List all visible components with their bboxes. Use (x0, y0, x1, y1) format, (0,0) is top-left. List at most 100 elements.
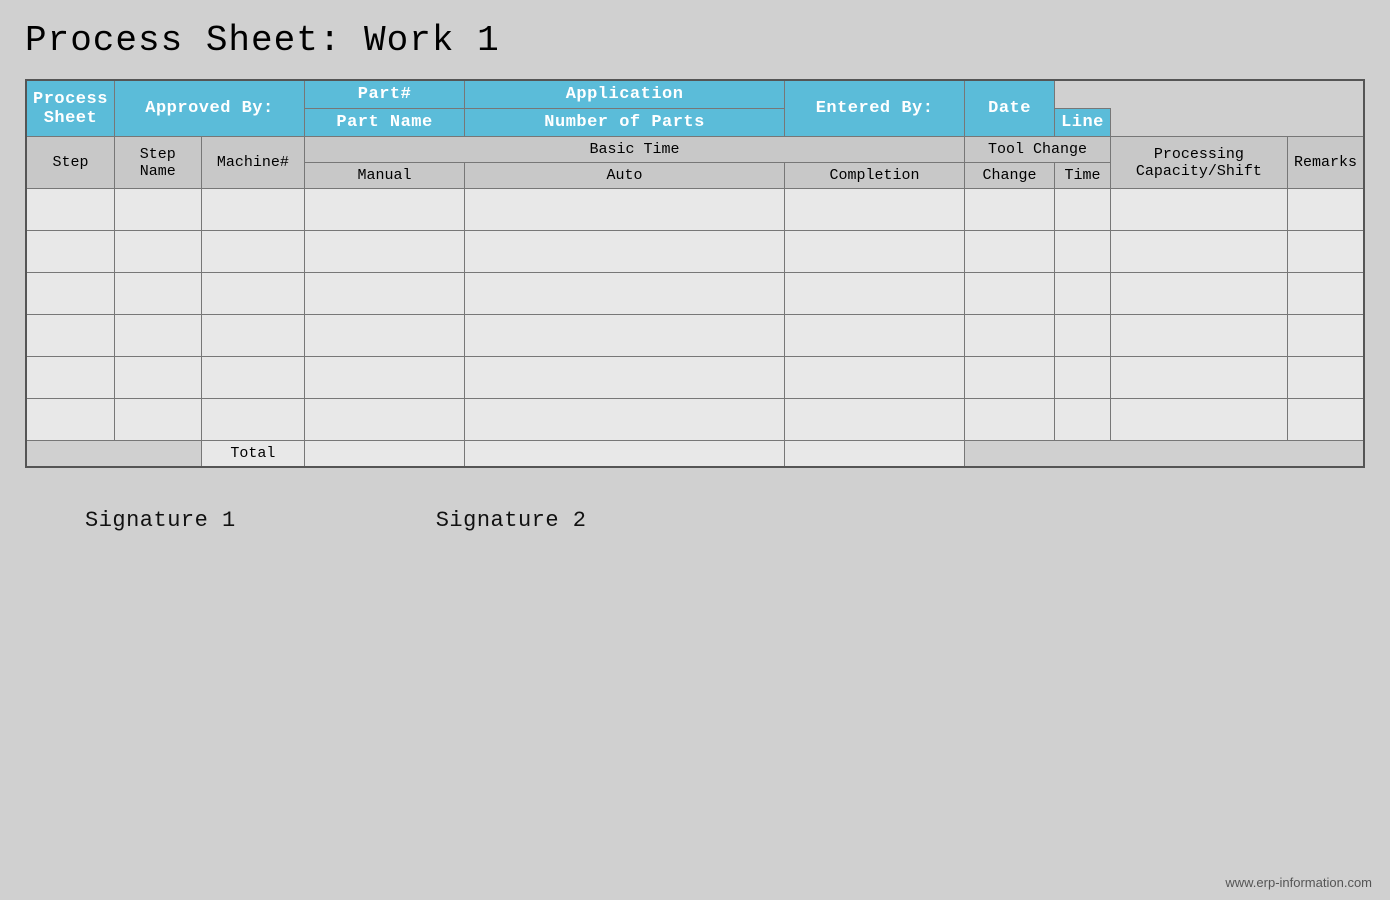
change-cell (965, 399, 1055, 441)
processing-cell (1110, 315, 1287, 357)
auto-cell (465, 399, 785, 441)
auto-cell (465, 315, 785, 357)
time-cell (1055, 231, 1111, 273)
processing-cell (1110, 399, 1287, 441)
manual-cell (305, 273, 465, 315)
approved-by-header: Approved By: (114, 80, 304, 137)
signature-2: Signature 2 (436, 508, 587, 533)
processing-cell (1110, 357, 1287, 399)
change-cell (965, 315, 1055, 357)
change-cell (965, 273, 1055, 315)
machine-cell (201, 357, 304, 399)
entered-by-header: Entered By: (785, 80, 965, 137)
tool-change-col-header: Tool Change (965, 137, 1111, 163)
remarks-col-header: Remarks (1287, 137, 1364, 189)
step-name-cell (114, 189, 201, 231)
time-cell (1055, 399, 1111, 441)
machine-cell (201, 231, 304, 273)
col-header-row-1: Step Step Name Machine# Basic Time Tool … (26, 137, 1364, 163)
manual-cell (305, 231, 465, 273)
step-cell (26, 273, 114, 315)
part-hash-header: Part# (305, 80, 465, 109)
time-col-header: Time (1055, 163, 1111, 189)
part-name-header: Part Name (305, 109, 465, 137)
completion-cell (785, 357, 965, 399)
step-name-col-header: Step Name (114, 137, 201, 189)
total-row: Total (26, 441, 1364, 468)
auto-cell (465, 357, 785, 399)
manual-cell (305, 357, 465, 399)
time-cell (1055, 315, 1111, 357)
header-row-1: Process Sheet Approved By: Part# Applica… (26, 80, 1364, 109)
remarks-cell (1287, 273, 1364, 315)
manual-cell (305, 189, 465, 231)
processing-cell (1110, 231, 1287, 273)
table-row (26, 231, 1364, 273)
processing-cell (1110, 273, 1287, 315)
step-name-cell (114, 399, 201, 441)
total-auto-cell (465, 441, 785, 468)
signatures-area: Signature 1 Signature 2 (85, 508, 586, 533)
manual-col-header: Manual (305, 163, 465, 189)
time-cell (1055, 189, 1111, 231)
table-row (26, 357, 1364, 399)
date-header: Date (965, 80, 1055, 137)
completion-cell (785, 189, 965, 231)
processing-capacity-col-header: Processing Capacity/Shift (1110, 137, 1287, 189)
time-cell (1055, 357, 1111, 399)
completion-cell (785, 399, 965, 441)
application-header: Application (465, 80, 785, 109)
step-col-header: Step (26, 137, 114, 189)
step-name-cell (114, 357, 201, 399)
remarks-cell (1287, 231, 1364, 273)
step-cell (26, 231, 114, 273)
step-cell (26, 357, 114, 399)
change-col-header: Change (965, 163, 1055, 189)
completion-cell (785, 273, 965, 315)
page-title: Process Sheet: Work 1 (25, 20, 500, 61)
watermark: www.erp-information.com (1225, 875, 1372, 890)
manual-cell (305, 315, 465, 357)
signature-1: Signature 1 (85, 508, 236, 533)
total-manual-cell (305, 441, 465, 468)
auto-cell (465, 189, 785, 231)
number-of-parts-header: Number of Parts (465, 109, 785, 137)
auto-cell (465, 231, 785, 273)
total-completion-cell (785, 441, 965, 468)
step-name-cell (114, 231, 201, 273)
remarks-cell (1287, 357, 1364, 399)
step-cell (26, 315, 114, 357)
auto-cell (465, 273, 785, 315)
table-row (26, 399, 1364, 441)
process-sheet-header: Process Sheet (26, 80, 114, 137)
table-row (26, 189, 1364, 231)
change-cell (965, 189, 1055, 231)
remarks-cell (1287, 189, 1364, 231)
completion-col-header: Completion (785, 163, 965, 189)
processing-cell (1110, 189, 1287, 231)
remarks-cell (1287, 315, 1364, 357)
basic-time-col-header: Basic Time (305, 137, 965, 163)
manual-cell (305, 399, 465, 441)
table-row (26, 315, 1364, 357)
machine-cell (201, 315, 304, 357)
completion-cell (785, 231, 965, 273)
step-name-cell (114, 315, 201, 357)
change-cell (965, 357, 1055, 399)
remarks-cell (1287, 399, 1364, 441)
completion-cell (785, 315, 965, 357)
table-row (26, 273, 1364, 315)
machine-cell (201, 273, 304, 315)
machine-cell (201, 189, 304, 231)
time-cell (1055, 273, 1111, 315)
step-cell (26, 399, 114, 441)
change-cell (965, 231, 1055, 273)
machine-col-header: Machine# (201, 137, 304, 189)
step-name-cell (114, 273, 201, 315)
line-header: Line (1055, 109, 1111, 137)
process-sheet-table: Process Sheet Approved By: Part# Applica… (25, 79, 1365, 468)
auto-col-header: Auto (465, 163, 785, 189)
total-label-cell: Total (201, 441, 304, 468)
machine-cell (201, 399, 304, 441)
step-cell (26, 189, 114, 231)
